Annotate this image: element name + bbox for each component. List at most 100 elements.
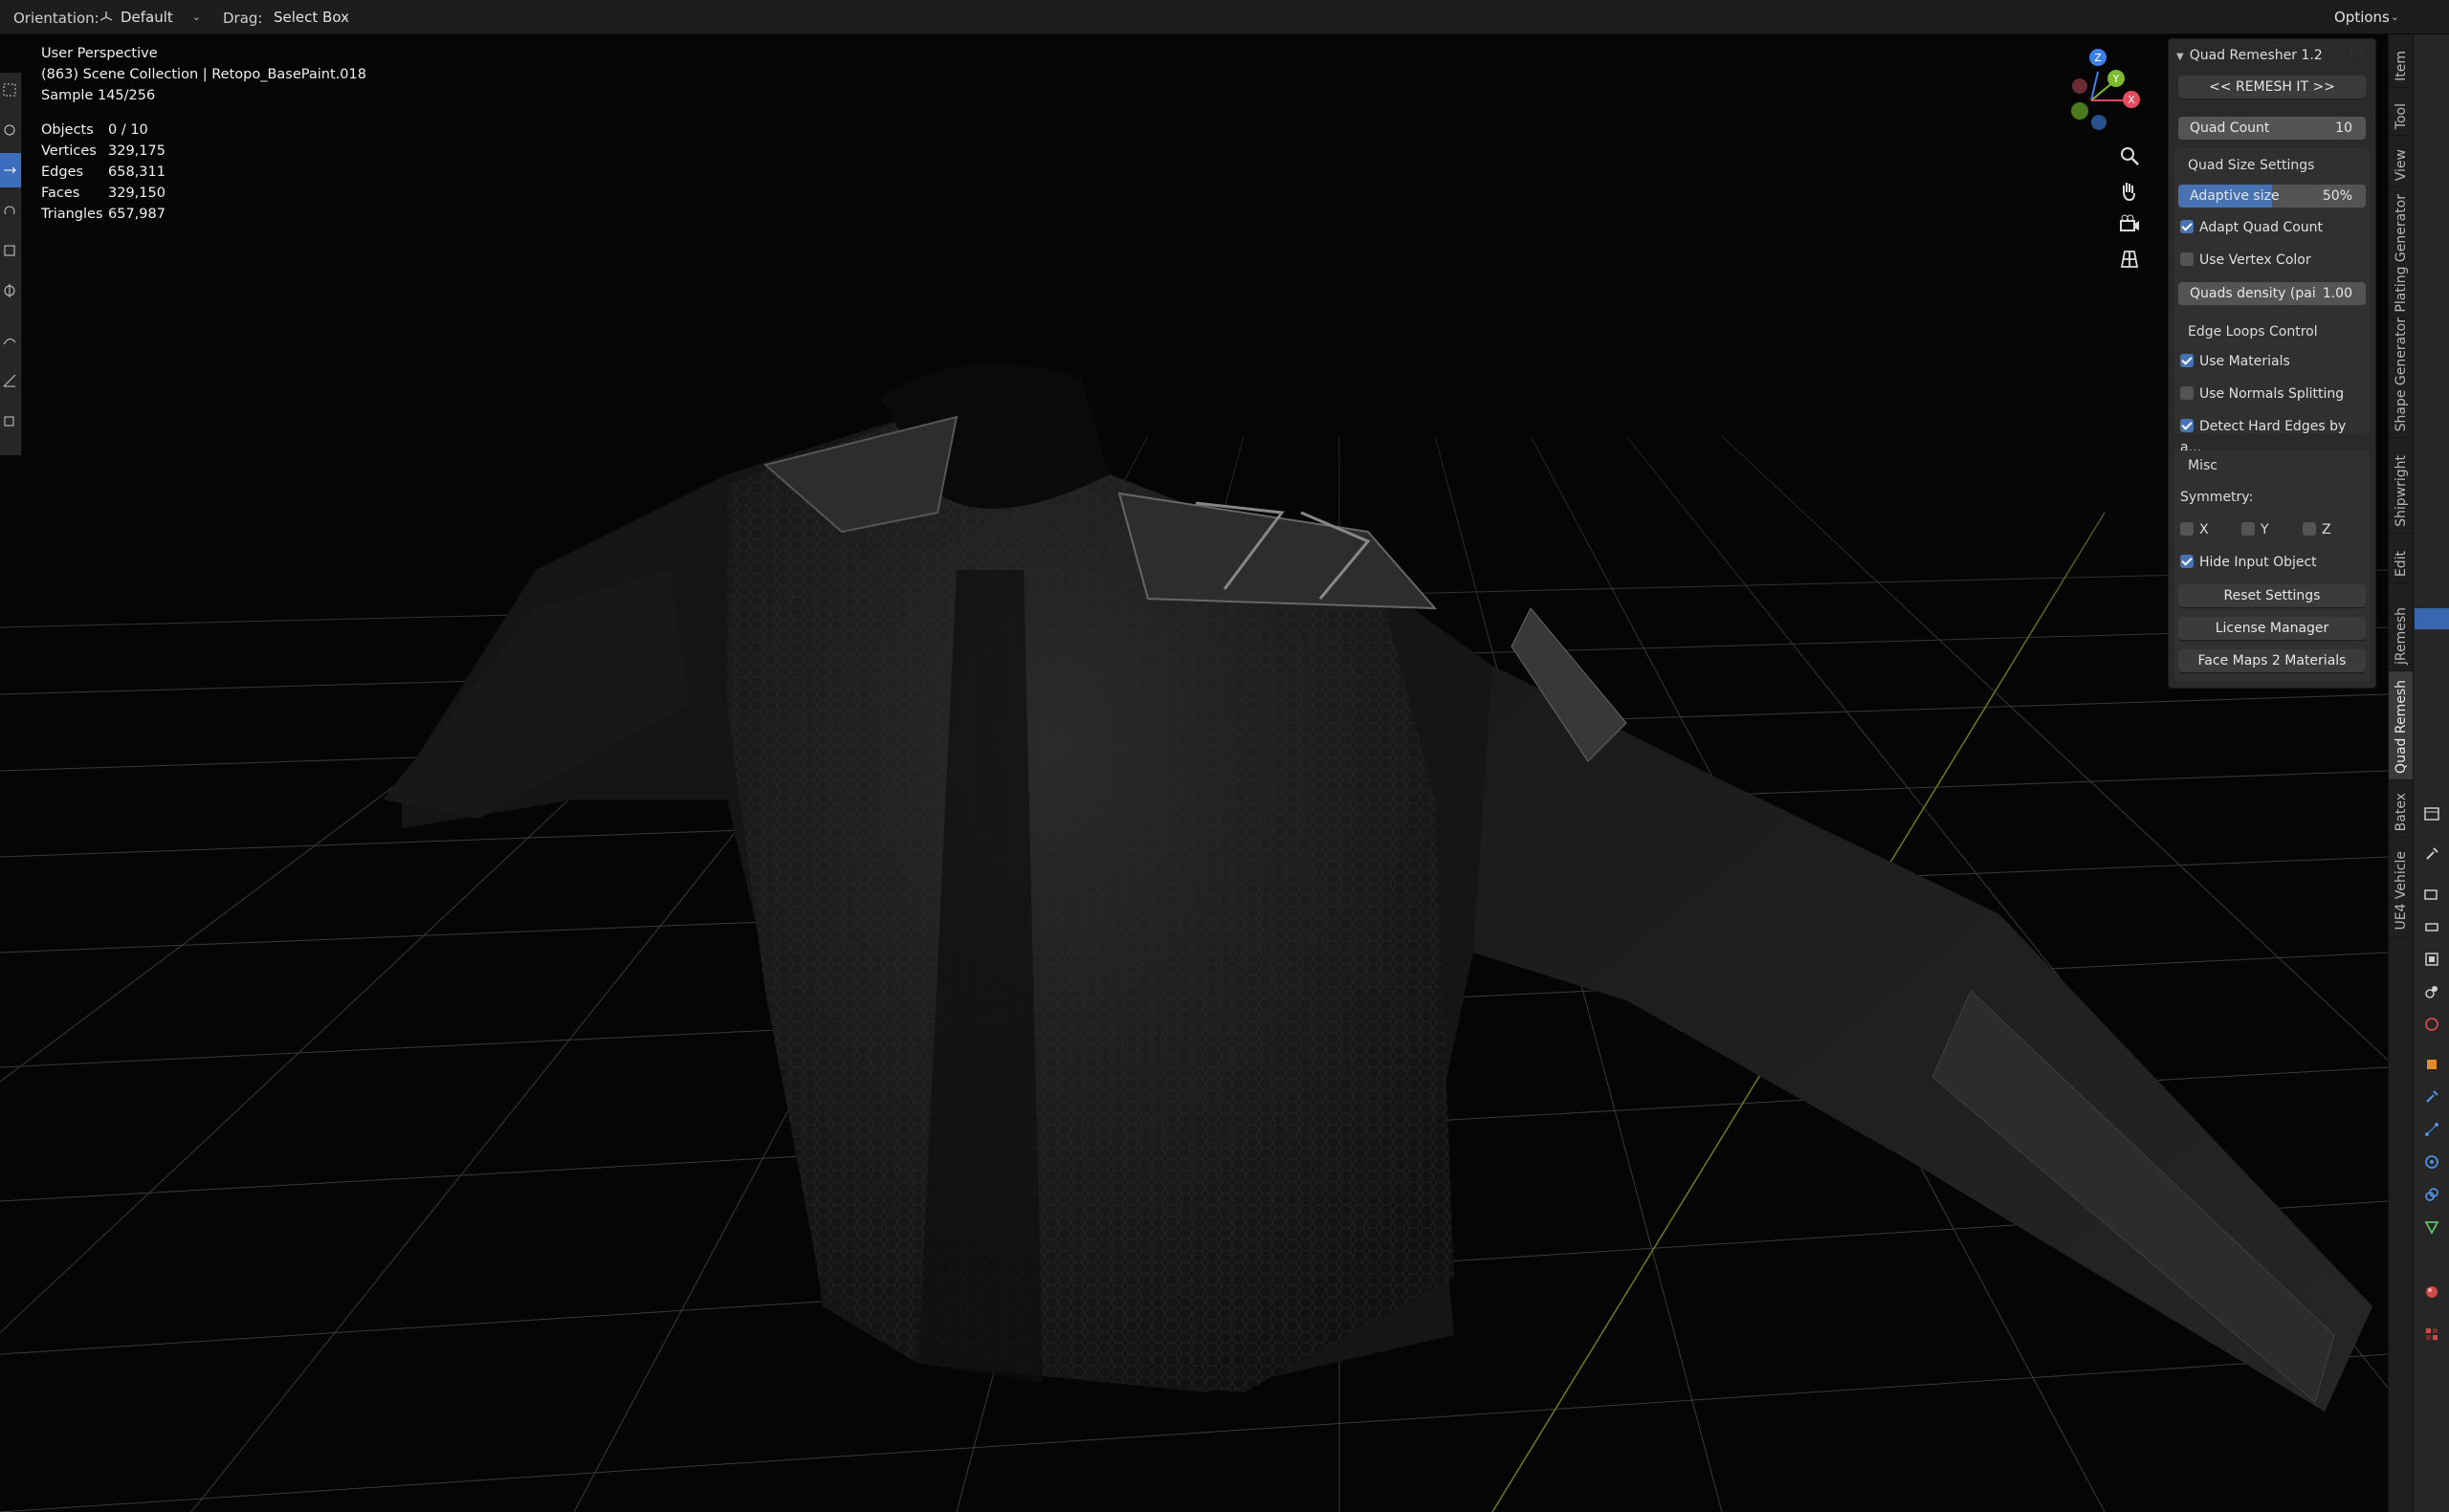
quad-count-label: Quad Count: [2190, 121, 2270, 136]
tab-quad-remesh[interactable]: Quad Remesh: [2389, 671, 2414, 780]
pan-button[interactable]: [2113, 174, 2146, 207]
texture-icon[interactable]: [2423, 1326, 2440, 1343]
orientation-dropdown[interactable]: Default ⌄: [94, 6, 207, 29]
quads-density-value: 1.00: [2322, 286, 2352, 301]
quad-size-title: Quad Size Settings: [2188, 158, 2315, 173]
scene-icon[interactable]: [2423, 983, 2440, 1000]
use-normals-splitting-checkbox[interactable]: Use Normals Splitting: [2180, 383, 2344, 405]
checkbox-icon: [2180, 354, 2194, 367]
3d-viewport[interactable]: User Perspective (863) Scene Collection …: [0, 34, 2388, 1512]
checkbox-label: Use Normals Splitting: [2199, 386, 2345, 402]
symmetry-x-checkbox[interactable]: X: [2180, 519, 2209, 540]
move-icon: [4, 166, 16, 174]
quad-remesher-panel: ▼ Quad Remesher 1.2 ⋮⋮ << REMESH IT >> Qu…: [2168, 38, 2376, 689]
chevron-down-icon: ⌄: [341, 11, 350, 23]
tab-shape-generator[interactable]: Shape Generator: [2389, 318, 2414, 438]
checkbox-label: Z: [2322, 522, 2331, 537]
quad-count-field[interactable]: Quad Count 10: [2178, 117, 2366, 140]
annotate-tool[interactable]: [0, 323, 21, 358]
use-vertex-color-checkbox[interactable]: Use Vertex Color: [2180, 250, 2311, 271]
symmetry-y-checkbox[interactable]: Y: [2241, 519, 2269, 540]
tab-batex[interactable]: Batex: [2389, 780, 2414, 838]
physics-icon[interactable]: [2423, 1153, 2440, 1171]
tab-edit[interactable]: Edit: [2389, 534, 2414, 583]
tab-label: Quad Remesh: [2394, 680, 2409, 774]
stat-row: Vertices 329,175: [41, 141, 165, 162]
checkbox-icon: [2241, 522, 2255, 536]
detect-hard-edges-checkbox[interactable]: Detect Hard Edges by a...: [2180, 416, 2370, 455]
cursor-tool[interactable]: [0, 113, 21, 147]
mesh-data-icon[interactable]: [2423, 1218, 2440, 1236]
quads-density-field[interactable]: Quads density (pai 1.00: [2178, 282, 2366, 305]
tab-label: UE4 Vehicle: [2394, 851, 2409, 931]
options-label: Options: [2334, 9, 2390, 26]
face-maps-materials-button[interactable]: Face Maps 2 Materials: [2178, 649, 2366, 672]
drag-label: Drag:: [223, 10, 263, 27]
object-icon[interactable]: [2423, 1056, 2440, 1073]
tab-jremesh[interactable]: jRemesh: [2389, 583, 2414, 671]
tab-shipwright[interactable]: Shipwright: [2389, 438, 2414, 534]
adaptive-size-label: Adaptive size: [2190, 188, 2280, 204]
adaptive-size-slider[interactable]: Adaptive size 50%: [2178, 185, 2366, 208]
drag-grip-icon[interactable]: ⋮⋮: [2347, 47, 2368, 57]
sidebar-tabs: Item Tool View Plating Generator Shape G…: [2388, 34, 2414, 1512]
checkbox-icon: [2180, 252, 2194, 266]
gizmo-x-label: X: [2128, 94, 2135, 106]
checkbox-icon: [2180, 386, 2194, 400]
transform-orientation-icon: [99, 11, 113, 21]
transform-tool[interactable]: [0, 274, 21, 308]
misc-title: Misc: [2188, 458, 2217, 473]
measure-tool[interactable]: [0, 363, 21, 398]
stat-value: 658,311: [108, 164, 165, 180]
active-properties-indicator: [2415, 608, 2449, 629]
move-tool[interactable]: [0, 153, 21, 187]
viewport-collection-label: (863) Scene Collection | Retopo_BasePain…: [41, 67, 366, 82]
zoom-button[interactable]: [2113, 140, 2146, 172]
select-box-tool[interactable]: [0, 73, 21, 107]
cube-icon: [4, 416, 14, 427]
collapse-arrow-icon: ▼: [2176, 52, 2184, 62]
license-manager-button[interactable]: License Manager: [2178, 617, 2366, 640]
magnifier-icon: [2121, 147, 2139, 165]
use-materials-checkbox[interactable]: Use Materials: [2180, 351, 2290, 372]
render-camera-icon[interactable]: [2423, 886, 2440, 903]
stat-value: 0 / 10: [108, 122, 148, 138]
tab-ue4-vehicle[interactable]: UE4 Vehicle: [2389, 838, 2414, 937]
orientation-value: Default: [121, 9, 173, 26]
tab-label: Edit: [2394, 550, 2409, 577]
quad-count-value: 10: [2335, 121, 2352, 136]
tab-item[interactable]: Item: [2389, 34, 2414, 88]
panel-header[interactable]: ▼ Quad Remesher 1.2: [2176, 45, 2323, 66]
tab-plating-generator[interactable]: Plating Generator: [2389, 187, 2414, 319]
options-dropdown[interactable]: Options ⌄: [2327, 6, 2403, 29]
tab-tool[interactable]: Tool: [2389, 88, 2414, 136]
tool-wrench-icon[interactable]: [2423, 845, 2440, 863]
constraints-icon[interactable]: [2423, 1186, 2440, 1203]
reset-settings-button[interactable]: Reset Settings: [2178, 584, 2366, 607]
output-printer-icon[interactable]: [2423, 918, 2440, 935]
symmetry-z-checkbox[interactable]: Z: [2303, 519, 2331, 540]
hide-input-object-checkbox[interactable]: Hide Input Object: [2180, 552, 2317, 573]
chevron-down-icon: ⌄: [2390, 11, 2399, 23]
add-cube-tool[interactable]: [0, 404, 21, 438]
editor-type-icon[interactable]: [2423, 805, 2440, 822]
checkbox-label: Adapt Quad Count: [2199, 220, 2324, 235]
camera-view-button[interactable]: [2113, 208, 2146, 241]
world-icon[interactable]: [2423, 1016, 2440, 1033]
stat-label: Vertices: [41, 143, 97, 159]
adapt-quad-count-checkbox[interactable]: Adapt Quad Count: [2180, 217, 2323, 238]
remesh-button[interactable]: << REMESH IT >>: [2178, 76, 2366, 99]
particles-icon[interactable]: [2423, 1121, 2440, 1138]
navigation-gizmo[interactable]: Z Y X: [2045, 48, 2141, 153]
material-icon[interactable]: [2423, 1283, 2440, 1301]
modifier-wrench-icon[interactable]: [2423, 1088, 2440, 1106]
tab-label: Plating Generator: [2394, 194, 2409, 313]
tab-view[interactable]: View: [2389, 136, 2414, 187]
scale-tool[interactable]: [0, 233, 21, 268]
tab-label: View: [2394, 148, 2409, 181]
tab-label: Shipwright: [2394, 455, 2409, 527]
drag-dropdown[interactable]: Select Box ⌄: [266, 6, 354, 29]
rotate-tool[interactable]: [0, 193, 21, 228]
view-layer-icon[interactable]: [2423, 951, 2440, 968]
perspective-toggle-button[interactable]: [2113, 243, 2146, 275]
